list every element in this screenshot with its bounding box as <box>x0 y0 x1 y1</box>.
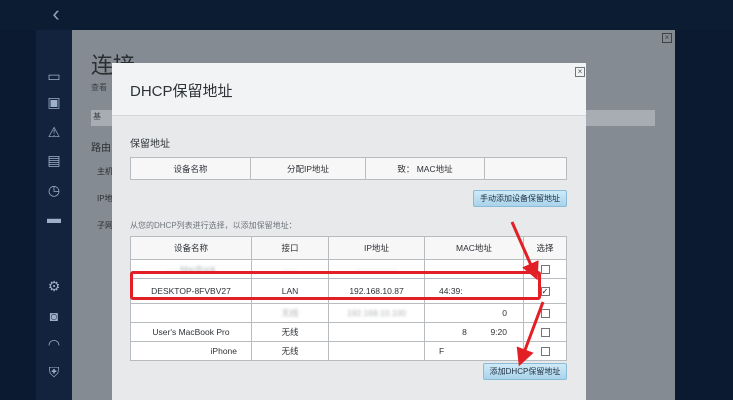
column-header <box>484 157 567 180</box>
security-icon[interactable]: ◙ <box>44 306 64 326</box>
device-ip: 192.168.10.100 <box>328 303 425 323</box>
column-header: 接口 <box>251 236 329 260</box>
toolbox-icon[interactable]: ▣ <box>44 92 64 112</box>
column-header: IP地址 <box>328 236 425 260</box>
manual-add-button[interactable]: 手动添加设备保留地址 <box>473 190 567 207</box>
column-header: 设备名称 <box>130 157 251 180</box>
column-header: 致： MAC地址 <box>365 157 485 180</box>
background-label: 子网 <box>97 221 113 230</box>
warning-icon[interactable]: ⚠ <box>44 122 64 142</box>
annotation-arrows <box>510 221 545 367</box>
back-icon[interactable]: ‹ <box>38 0 74 30</box>
background-label: 路由 <box>91 143 111 154</box>
background-subtitle: 查看 <box>91 83 107 92</box>
arrow-to-add-button <box>516 301 545 367</box>
clock-icon[interactable]: ◷ <box>44 180 64 200</box>
device-ip <box>328 322 425 342</box>
hint-text: 从您的DHCP列表进行选择，以添加保留地址： <box>130 221 297 230</box>
dialog-header: DHCP保留地址 × <box>112 63 586 116</box>
app-topbar <box>0 0 733 30</box>
reserved-table: 设备名称 分配IP地址 致： MAC地址 <box>130 157 567 180</box>
device-ip <box>328 341 425 361</box>
monitor-icon[interactable]: ▭ <box>44 66 64 86</box>
highlight-box <box>130 271 541 300</box>
column-header: 设备名称 <box>130 236 252 260</box>
background-tab[interactable]: 基 <box>93 111 101 122</box>
background-label: IP地 <box>97 194 113 203</box>
device-name: User's MacBook Pro <box>130 322 252 342</box>
section-title: 保留地址 <box>130 139 170 150</box>
settings-icon[interactable]: ⚙ <box>44 276 64 296</box>
background-close-icon[interactable]: × <box>662 33 672 43</box>
device-name <box>130 303 252 323</box>
device-name: iPhone <box>130 341 252 361</box>
device-interface: 无线 <box>251 322 329 342</box>
media-icon[interactable]: ▬ <box>44 208 64 228</box>
device-interface: 无线 <box>251 303 329 323</box>
devices-icon[interactable]: ▤ <box>44 150 64 170</box>
background-label: 主机 <box>97 167 113 176</box>
shield-icon[interactable]: ⛨ <box>44 362 64 382</box>
wifi-icon[interactable]: ◠ <box>44 334 64 354</box>
close-icon[interactable]: × <box>575 67 585 77</box>
dialog-title: DHCP保留地址 <box>130 83 233 100</box>
column-header: 分配IP地址 <box>250 157 366 180</box>
sidebar: ▭ ▣ ⚠ ▤ ◷ ▬ ⚙ ◙ ◠ ⛨ <box>36 30 72 400</box>
device-interface: 无线 <box>251 341 329 361</box>
arrow-to-checkbox <box>510 221 539 281</box>
